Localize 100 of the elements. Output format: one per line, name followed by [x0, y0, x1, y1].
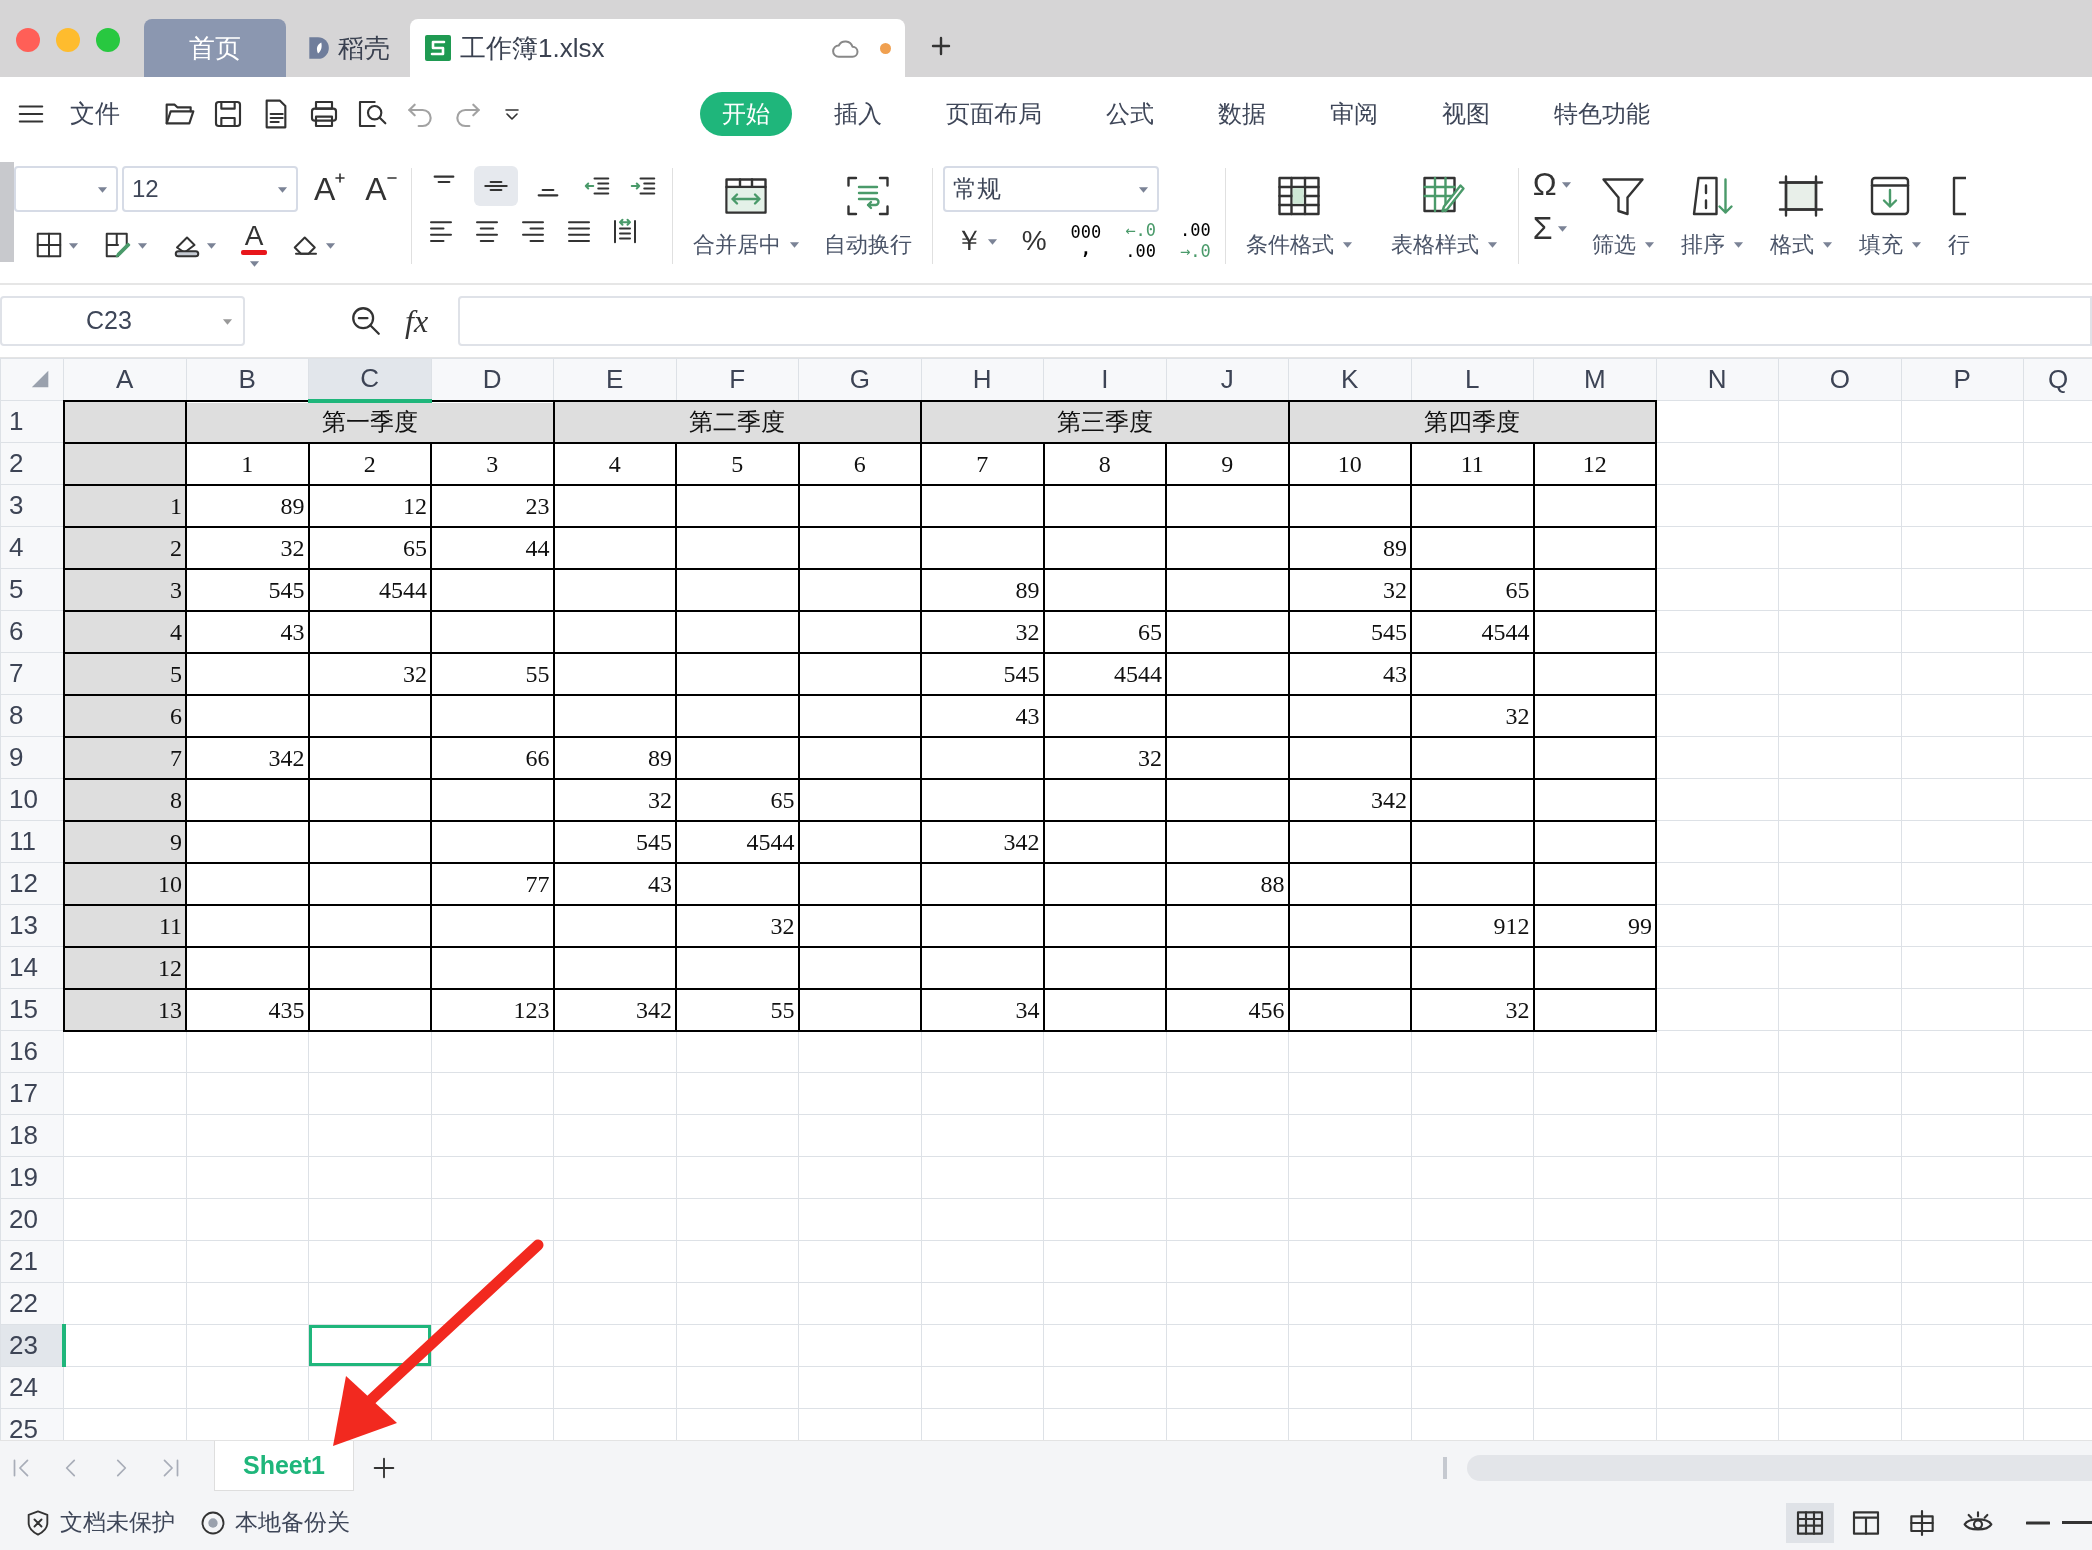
column-header[interactable]: J — [1166, 358, 1289, 401]
align-middle-icon[interactable] — [473, 166, 518, 206]
row-header[interactable]: 22 — [0, 1282, 64, 1325]
window-tab[interactable]: 工作簿1.xlsx — [410, 19, 905, 77]
column-header[interactable]: O — [1778, 358, 1901, 401]
font-color-button[interactable]: A — [237, 220, 271, 270]
column-header[interactable]: M — [1533, 358, 1656, 401]
column-header[interactable]: I — [1043, 358, 1166, 401]
cell-cursor[interactable] — [308, 1324, 431, 1367]
ribbon-tab[interactable]: 公式 — [1084, 91, 1176, 136]
table-cell: 43 — [186, 610, 309, 653]
sort-button[interactable]: 排序 — [1670, 172, 1754, 261]
row-header[interactable]: 17 — [0, 1072, 64, 1115]
row-header[interactable]: 12 — [0, 862, 64, 905]
column-header[interactable]: E — [553, 358, 676, 401]
decrease-decimal-button[interactable]: .00 →.0 — [1176, 220, 1215, 262]
row-header[interactable]: 7 — [0, 652, 64, 695]
column-header[interactable]: Q — [2023, 358, 2092, 401]
ribbon-tab[interactable]: 特色功能 — [1532, 91, 1672, 136]
backup-status[interactable]: 本地备份关 — [235, 1505, 350, 1540]
table-cell: 32 — [1043, 736, 1166, 779]
column-header[interactable]: F — [676, 358, 799, 401]
row-header[interactable]: 13 — [0, 904, 64, 947]
ribbon-tab[interactable]: 页面布局 — [924, 91, 1064, 136]
table-cell: 342 — [186, 736, 309, 779]
row-header[interactable]: 18 — [0, 1114, 64, 1157]
table-cell: 32 — [1411, 694, 1534, 737]
fill-button[interactable]: 填充 — [1848, 172, 1932, 261]
column-header[interactable]: A — [63, 358, 186, 401]
ribbon-tab[interactable]: 视图 — [1420, 91, 1512, 136]
row-header[interactable]: 20 — [0, 1198, 64, 1241]
column-header[interactable]: K — [1288, 358, 1411, 401]
table-cell: 65 — [308, 526, 431, 569]
function-button[interactable]: fx — [405, 297, 429, 345]
table-style-button[interactable]: 表格样式 — [1380, 172, 1508, 261]
protection-status[interactable]: 文档未保护 — [60, 1505, 175, 1540]
percent-button[interactable]: % — [1017, 225, 1051, 257]
format-button[interactable]: 格式 — [1759, 172, 1843, 261]
window-tab[interactable]: 稻壳 — [286, 19, 410, 77]
row-header[interactable]: 23 — [0, 1324, 64, 1367]
row-header[interactable]: 2 — [0, 442, 64, 485]
table-cell: 342 — [921, 820, 1044, 863]
new-tab-button[interactable] — [929, 34, 953, 58]
row-header[interactable]: 1 — [0, 400, 64, 443]
thousands-button[interactable]: 000 , — [1066, 222, 1106, 260]
rows-columns-button[interactable]: 行 — [1937, 172, 1980, 261]
table-cell: 1 — [186, 442, 309, 485]
symbol-button[interactable]: Ω — [1528, 166, 1576, 202]
font-size-dropdown[interactable]: 12 — [122, 166, 298, 212]
borders-icon[interactable] — [34, 230, 64, 260]
ribbon-tab[interactable]: 审阅 — [1308, 91, 1400, 136]
ribbon-tab[interactable]: 插入 — [812, 91, 904, 136]
conditional-format-button[interactable]: 条件格式 — [1235, 172, 1363, 261]
caret-icon — [137, 240, 148, 250]
column-header[interactable]: L — [1411, 358, 1534, 401]
number-format-dropdown[interactable]: 常规 — [942, 166, 1159, 212]
column-header[interactable]: P — [1901, 358, 2024, 401]
docer-logo-icon — [306, 35, 330, 61]
normal-view-icon[interactable] — [1786, 1502, 1834, 1543]
increase-decimal-button[interactable]: ←.0 .00 — [1121, 220, 1161, 262]
table-cell: 545 — [921, 652, 1044, 695]
row-header[interactable]: 24 — [0, 1366, 64, 1409]
row-header[interactable]: 5 — [0, 568, 64, 611]
column-header[interactable]: D — [431, 358, 554, 401]
row-header[interactable]: 6 — [0, 610, 64, 653]
file-menu[interactable]: 文件 — [70, 94, 120, 133]
row-header[interactable]: 19 — [0, 1156, 64, 1199]
row-header[interactable]: 15 — [0, 988, 64, 1031]
table-cell: 65 — [676, 778, 799, 821]
row-header[interactable]: 9 — [0, 736, 64, 779]
ribbon-tab[interactable]: 数据 — [1196, 91, 1288, 136]
name-box[interactable]: C23 — [0, 296, 245, 346]
merge-button[interactable]: 合并居中 — [682, 172, 810, 261]
wrap-button[interactable]: 自动换行 — [813, 172, 922, 261]
increase-font-button[interactable]: A — [310, 171, 350, 207]
row-header[interactable]: 21 — [0, 1240, 64, 1283]
row-header[interactable]: 8 — [0, 694, 64, 737]
row-header[interactable]: 10 — [0, 778, 64, 821]
caret-icon — [68, 240, 79, 250]
column-header[interactable]: N — [1656, 358, 1779, 401]
zoom-icon[interactable] — [349, 304, 383, 338]
column-header[interactable]: G — [798, 358, 921, 401]
split-handle[interactable] — [1443, 1457, 1447, 1479]
decrease-font-button[interactable]: A — [361, 171, 401, 207]
currency-button[interactable]: ￥ — [950, 225, 1002, 257]
row-header[interactable]: 25 — [0, 1408, 64, 1440]
row-header[interactable]: 14 — [0, 946, 64, 989]
filter-button[interactable]: 筛选 — [1581, 172, 1665, 261]
row-header[interactable]: 4 — [0, 526, 64, 569]
row-header[interactable]: 16 — [0, 1030, 64, 1073]
formula-input[interactable] — [458, 296, 2092, 346]
table-cell: 4544 — [676, 820, 799, 863]
row-header[interactable]: 3 — [0, 484, 64, 527]
column-header[interactable]: H — [921, 358, 1044, 401]
sum-button[interactable]: Σ — [1528, 210, 1576, 246]
column-header[interactable]: C — [308, 358, 431, 401]
panel-collapse-handle[interactable] — [0, 162, 14, 262]
format-painter-icon[interactable] — [103, 230, 133, 260]
column-header[interactable]: B — [186, 358, 309, 401]
row-header[interactable]: 11 — [0, 820, 64, 863]
